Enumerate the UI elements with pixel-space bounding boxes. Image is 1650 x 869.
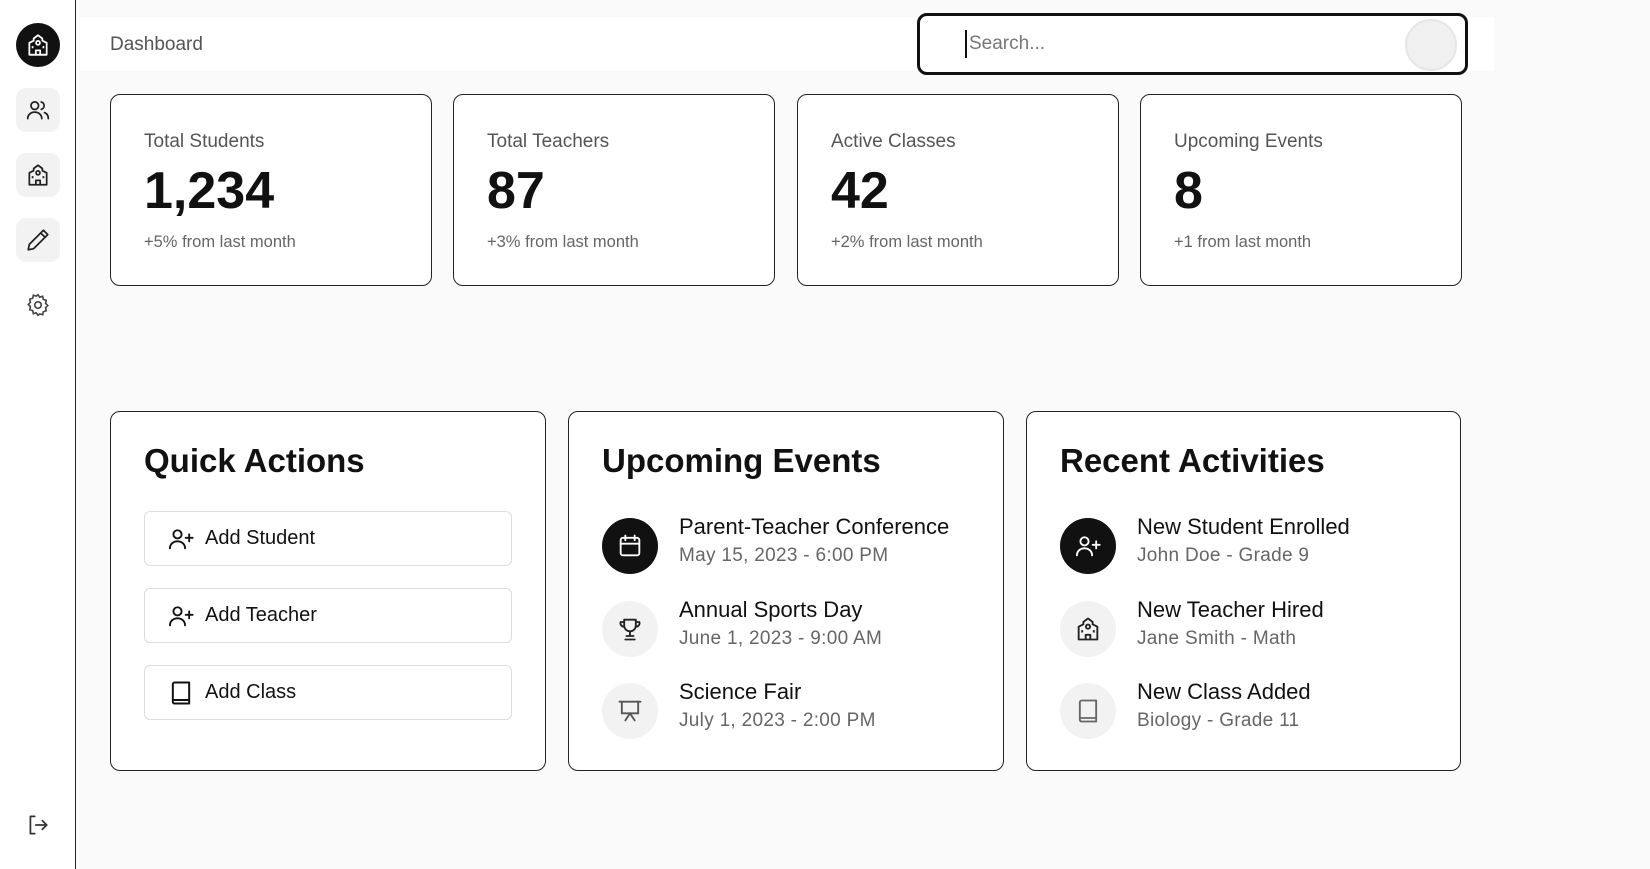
stat-value: 87 (487, 162, 545, 220)
activity-detail: Biology - Grade 11 (1137, 710, 1300, 731)
search-box[interactable] (917, 13, 1468, 75)
user-plus-icon (168, 605, 194, 626)
sidebar (0, 0, 76, 869)
stat-card-teachers: Total Teachers 87 +3% from last month (453, 94, 775, 286)
add-class-button[interactable]: Add Class (144, 665, 512, 720)
sidebar-logo-button[interactable] (16, 23, 60, 67)
panel-title: Upcoming Events (602, 442, 881, 479)
event-item[interactable]: Annual Sports Day June 1, 2023 - 9:00 AM (602, 597, 992, 657)
search-input[interactable] (965, 30, 1445, 58)
stat-label: Upcoming Events (1174, 131, 1323, 152)
stat-label: Total Students (144, 131, 265, 152)
trophy-icon (619, 618, 641, 641)
stat-label: Active Classes (831, 131, 956, 152)
quick-actions-panel: Quick Actions Add Student Add Teacher Ad… (110, 411, 546, 771)
sidebar-item-settings[interactable] (16, 283, 60, 327)
gear-icon (27, 293, 49, 317)
event-title: Annual Sports Day (679, 597, 863, 622)
school-icon (28, 34, 48, 56)
upcoming-events-panel: Upcoming Events Parent-Teacher Conferenc… (568, 411, 1004, 771)
event-icon-circle (602, 683, 658, 739)
activity-item[interactable]: New Teacher Hired Jane Smith - Math (1060, 597, 1450, 657)
stat-label: Total Teachers (487, 131, 610, 152)
event-icon-circle (602, 518, 658, 574)
recent-activities-panel: Recent Activities New Student Enrolled J… (1026, 411, 1461, 771)
activity-icon-circle (1060, 601, 1116, 657)
event-title: Science Fair (679, 679, 802, 704)
book-icon (1078, 699, 1098, 723)
activity-title: New Class Added (1137, 679, 1311, 704)
stat-value: 8 (1174, 162, 1203, 220)
stat-card-students: Total Students 1,234 +5% from last month (110, 94, 432, 286)
add-teacher-button[interactable]: Add Teacher (144, 588, 512, 643)
stat-delta: +1 from last month (1174, 233, 1312, 251)
stat-value: 1,234 (144, 162, 275, 220)
activity-detail: John Doe - Grade 9 (1137, 545, 1310, 566)
activity-item[interactable]: New Class Added Biology - Grade 11 (1060, 679, 1450, 739)
top-header: Dashboard (80, 13, 1494, 75)
panel-title: Quick Actions (144, 442, 365, 479)
stat-value: 42 (831, 162, 889, 220)
school-icon (28, 164, 48, 186)
activity-icon-circle (1060, 683, 1116, 739)
presentation-icon (618, 700, 642, 722)
user-plus-icon (1075, 536, 1101, 557)
event-datetime: June 1, 2023 - 9:00 AM (679, 628, 883, 649)
stat-card-classes: Active Classes 42 +2% from last month (797, 94, 1119, 286)
event-item[interactable]: Parent-Teacher Conference May 15, 2023 -… (602, 514, 992, 574)
activity-item[interactable]: New Student Enrolled John Doe - Grade 9 (1060, 514, 1450, 574)
button-label: Add Teacher (205, 604, 317, 626)
school-icon (1077, 617, 1099, 641)
users-icon (26, 101, 50, 120)
button-label: Add Class (205, 681, 297, 703)
sidebar-item-users[interactable] (16, 88, 60, 132)
event-icon-circle (602, 601, 658, 657)
book-icon (171, 681, 191, 704)
event-title: Parent-Teacher Conference (679, 514, 950, 539)
stat-delta: +5% from last month (144, 233, 296, 251)
activity-title: New Teacher Hired (1137, 597, 1324, 622)
user-plus-icon (168, 528, 194, 549)
logout-button[interactable] (16, 803, 60, 847)
activity-detail: Jane Smith - Math (1137, 628, 1297, 649)
logout-icon (29, 815, 48, 835)
stat-card-events: Upcoming Events 8 +1 from last month (1140, 94, 1462, 286)
sidebar-item-school[interactable] (16, 153, 60, 197)
sidebar-item-edit[interactable] (16, 218, 60, 262)
button-label: Add Student (205, 527, 316, 549)
event-item[interactable]: Science Fair July 1, 2023 - 2:00 PM (602, 679, 992, 739)
pencil-icon (27, 229, 49, 251)
stat-delta: +2% from last month (831, 233, 983, 251)
panel-title: Recent Activities (1060, 442, 1325, 479)
activity-icon-circle (1060, 518, 1116, 574)
event-datetime: July 1, 2023 - 2:00 PM (679, 710, 876, 731)
event-datetime: May 15, 2023 - 6:00 PM (679, 545, 889, 566)
add-student-button[interactable]: Add Student (144, 511, 512, 566)
activity-title: New Student Enrolled (1137, 514, 1350, 539)
stat-delta: +3% from last month (487, 233, 639, 251)
avatar[interactable] (1405, 19, 1457, 71)
calendar-icon (619, 534, 641, 557)
page-title: Dashboard (110, 34, 203, 55)
